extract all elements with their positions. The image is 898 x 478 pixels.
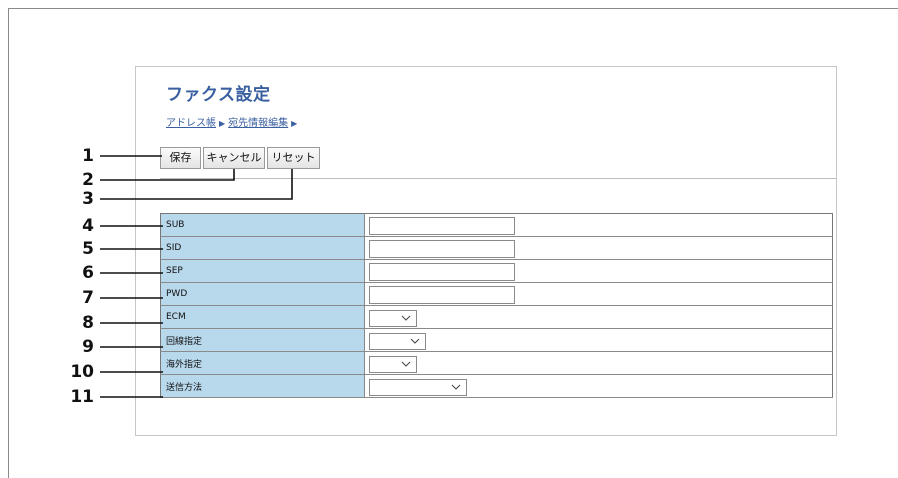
callout-number-11: 11 [70,387,94,407]
callout-number-6: 6 [82,263,94,283]
callout-number-10: 10 [70,362,94,382]
callout-number-5: 5 [82,239,94,259]
callout-number-8: 8 [82,313,94,333]
callout-line-2 [100,169,235,181]
callout-number-3: 3 [82,189,94,209]
callout-lines [100,155,293,398]
callout-number-2: 2 [82,170,94,190]
callout-number-4: 4 [82,216,94,236]
callout-number-1: 1 [82,146,94,166]
callout-number-9: 9 [82,337,94,357]
callout-line-3 [100,169,293,200]
callout-number-7: 7 [82,288,94,308]
